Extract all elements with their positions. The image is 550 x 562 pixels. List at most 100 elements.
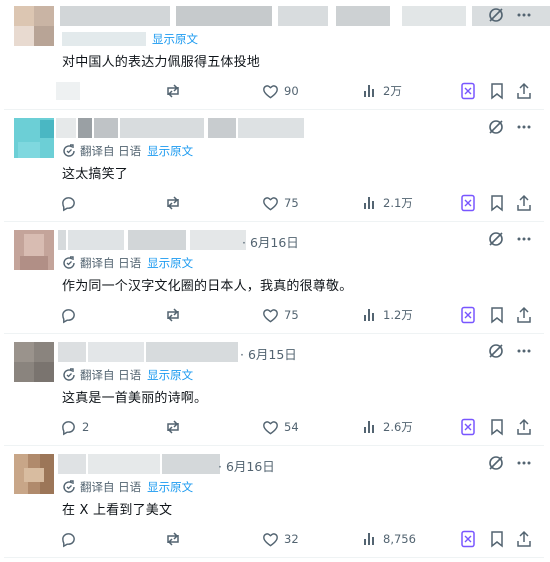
share-button[interactable]: [516, 303, 537, 327]
reply-button[interactable]: [60, 527, 82, 551]
view-count: 2.1万: [383, 196, 413, 210]
bookmark-button[interactable]: [489, 303, 510, 327]
more-icon[interactable]: [516, 119, 532, 135]
share-button[interactable]: [516, 79, 537, 103]
like-button[interactable]: 90: [262, 79, 299, 103]
tweet-date[interactable]: · 6月16日: [242, 232, 299, 251]
tweet-text: 作为同一个汉字文化圈的日本人，我真的很尊敬。: [62, 279, 353, 294]
grok-share-button[interactable]: [460, 415, 481, 439]
username-blurred[interactable]: [58, 454, 224, 474]
avatar[interactable]: [14, 118, 54, 158]
grok-icon[interactable]: [488, 343, 504, 359]
retweet-button[interactable]: [164, 191, 187, 215]
more-icon[interactable]: [516, 7, 532, 23]
retweet-button[interactable]: [164, 79, 187, 103]
more-icon[interactable]: [516, 231, 532, 247]
share-button[interactable]: [516, 527, 537, 551]
avatar[interactable]: [14, 454, 54, 494]
action-bar: 2 54 2.6万: [56, 415, 544, 439]
reply-button[interactable]: 2: [60, 415, 89, 439]
share-button[interactable]: [516, 191, 537, 215]
translation-row: 翻译自 日语 显示原文: [62, 255, 193, 271]
more-icon[interactable]: [516, 455, 532, 471]
tweet[interactable]: · 6月16日 翻译自 日语 显示原文 作为同一个汉字文化圈的日本人，我真的很尊…: [4, 226, 544, 334]
show-original-link[interactable]: 显示原文: [147, 367, 193, 383]
avatar[interactable]: [14, 342, 54, 382]
tweet-text: 这太搞笑了: [62, 167, 129, 182]
tweet-date[interactable]: · 6月15日: [240, 344, 297, 363]
translated-from-label: 翻译自 日语: [80, 144, 142, 158]
views-button[interactable]: 2.1万: [362, 191, 413, 215]
like-count: 54: [284, 420, 299, 434]
bookmark-button[interactable]: [489, 415, 510, 439]
grok-share-button[interactable]: [460, 303, 481, 327]
reply-button[interactable]: [60, 191, 82, 215]
retweet-button[interactable]: [164, 527, 187, 551]
like-button[interactable]: 32: [262, 527, 299, 551]
views-button[interactable]: 2万: [362, 79, 402, 103]
translate-icon: [62, 256, 76, 270]
header-icons: [488, 119, 532, 135]
translation-row: 翻译自 日语 显示原文: [62, 479, 193, 495]
show-original-link[interactable]: 显示原文: [147, 255, 193, 271]
view-count: 2万: [383, 84, 402, 98]
show-original-link[interactable]: 显示原文: [147, 479, 193, 495]
translated-from-label: 翻译自 日语: [80, 480, 142, 494]
like-button[interactable]: 54: [262, 415, 299, 439]
tweet[interactable]: 显示原文 对中国人的表达力佩服得五体投地 90 2万: [4, 2, 550, 110]
translate-icon: [62, 144, 76, 158]
translation-row: 显示原文: [62, 31, 198, 47]
username-blurred[interactable]: [58, 230, 248, 250]
views-button[interactable]: 8,756: [362, 527, 416, 551]
tweet[interactable]: · 6月16日 翻译自 日语 显示原文 在 X 上看到了美文 32 8,756: [4, 450, 544, 558]
translated-from-label: 翻译自 日语: [80, 368, 142, 382]
header-icons: [488, 455, 532, 471]
bookmark-button[interactable]: [489, 191, 510, 215]
header-icons: [488, 343, 532, 359]
translate-icon: [62, 368, 76, 382]
header-icons: [488, 7, 532, 23]
bookmark-button[interactable]: [489, 79, 510, 103]
bookmark-button[interactable]: [489, 527, 510, 551]
reply-button-blurred[interactable]: [56, 82, 80, 100]
avatar[interactable]: [14, 230, 54, 270]
like-button[interactable]: 75: [262, 191, 299, 215]
username-blurred[interactable]: [56, 118, 306, 138]
show-original-link[interactable]: 显示原文: [147, 143, 193, 159]
action-bar: 75 2.1万: [56, 191, 544, 215]
grok-share-button[interactable]: [460, 79, 481, 103]
views-button[interactable]: 2.6万: [362, 415, 413, 439]
views-button[interactable]: 1.2万: [362, 303, 413, 327]
tweet-text: 对中国人的表达力佩服得五体投地: [62, 55, 261, 70]
grok-icon[interactable]: [488, 231, 504, 247]
tweet[interactable]: · 6月15日 翻译自 日语 显示原文 这真是一首美丽的诗啊。 2 54 2.6…: [4, 338, 544, 446]
show-original-link[interactable]: 显示原文: [152, 31, 198, 47]
retweet-button[interactable]: [164, 415, 187, 439]
username-blurred[interactable]: [58, 342, 248, 362]
view-count: 8,756: [383, 532, 416, 546]
tweet[interactable]: 翻译自 日语 显示原文 这太搞笑了 75 2.1万: [4, 114, 544, 222]
grok-icon[interactable]: [488, 7, 504, 23]
like-button[interactable]: 75: [262, 303, 299, 327]
retweet-button[interactable]: [164, 303, 187, 327]
grok-share-button[interactable]: [460, 191, 481, 215]
grok-icon[interactable]: [488, 455, 504, 471]
share-button[interactable]: [516, 415, 537, 439]
avatar[interactable]: [14, 6, 54, 46]
grok-icon[interactable]: [488, 119, 504, 135]
tweet-text: 这真是一首美丽的诗啊。: [62, 391, 208, 406]
tweet-text: 在 X 上看到了美文: [62, 503, 173, 518]
more-icon[interactable]: [516, 343, 532, 359]
tweet-date[interactable]: · 6月16日: [218, 456, 275, 475]
translation-row: 翻译自 日语 显示原文: [62, 143, 193, 159]
action-bar: 75 1.2万: [56, 303, 544, 327]
blurred-chip: [62, 32, 146, 46]
grok-share-button[interactable]: [460, 527, 481, 551]
like-count: 75: [284, 196, 299, 210]
view-count: 1.2万: [383, 308, 413, 322]
reply-count: 2: [82, 420, 90, 434]
reply-button[interactable]: [60, 303, 82, 327]
translation-row: 翻译自 日语 显示原文: [62, 367, 193, 383]
like-count: 32: [284, 532, 299, 546]
username-blurred[interactable]: [60, 6, 550, 26]
